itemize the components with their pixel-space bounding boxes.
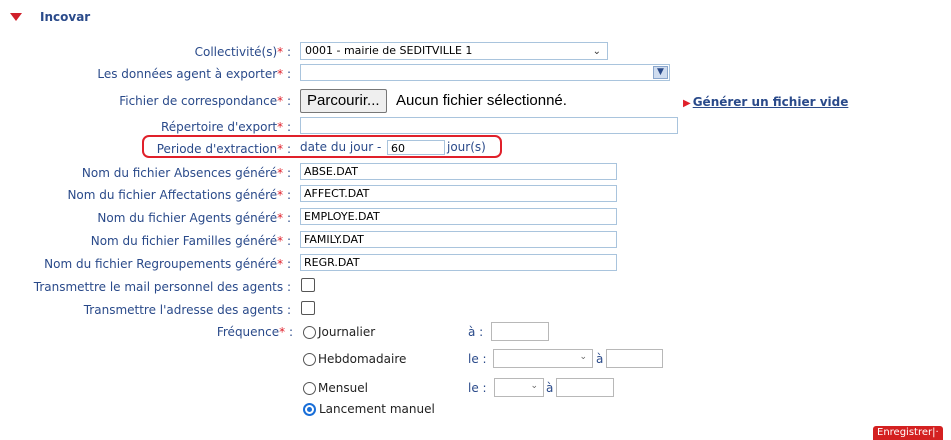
hebdomadaire-time-input[interactable]	[606, 349, 663, 368]
adresse-label: Transmettre l'adresse des agents :	[83, 303, 291, 317]
file-status: Aucun fichier sélectionné.	[396, 92, 567, 109]
collectivite-select[interactable]: 0001 - mairie de SEDITVILLE 1 ⌄	[300, 42, 608, 60]
radio-hebdomadaire[interactable]	[303, 353, 316, 366]
adresse-checkbox[interactable]	[301, 301, 315, 315]
hebdomadaire-le-label: le :	[468, 352, 487, 366]
mensuel-le-label: le :	[468, 381, 487, 395]
journalier-time-input[interactable]	[491, 322, 549, 341]
donnees-select[interactable]: ▼	[300, 64, 670, 81]
absences-label: Nom du fichier Absences généré* :	[81, 166, 291, 180]
mensuel-at-label: à	[546, 381, 554, 395]
collectivite-label: Collectivité(s)* :	[194, 45, 291, 59]
periode-prefix: date du jour -	[300, 140, 382, 154]
periode-days-input[interactable]: 60	[387, 140, 445, 155]
dropdown-arrow-icon[interactable]: ▼	[653, 66, 668, 79]
familles-input[interactable]: FAMILY.DAT	[300, 231, 617, 248]
affectations-label: Nom du fichier Affectations généré* :	[67, 188, 291, 202]
mail-perso-checkbox[interactable]	[301, 278, 315, 292]
repertoire-label: Répertoire d'export* :	[160, 120, 291, 134]
agents-input[interactable]: EMPLOYE.DAT	[300, 208, 617, 225]
manuel-label: Lancement manuel	[319, 402, 435, 416]
repertoire-input[interactable]	[300, 117, 678, 134]
regroupements-input[interactable]: REGR.DAT	[300, 254, 617, 271]
periode-label: Periode d'extraction* :	[156, 142, 291, 156]
section-title[interactable]: Incovar	[40, 10, 90, 24]
generate-empty-file-link[interactable]: ▶ Générer un fichier vide	[683, 95, 848, 109]
radio-journalier[interactable]	[303, 326, 316, 339]
agents-label: Nom du fichier Agents généré* :	[97, 211, 291, 225]
journalier-at-label: à :	[468, 325, 484, 339]
hebdomadaire-label: Hebdomadaire	[318, 352, 407, 366]
collectivite-value: 0001 - mairie de SEDITVILLE 1	[305, 44, 473, 57]
regroupements-label: Nom du fichier Regroupements généré* :	[44, 257, 291, 271]
fichier-corresp-label: Fichier de correspondance* :	[119, 94, 291, 108]
browse-button[interactable]: Parcourir...	[300, 89, 387, 113]
arrow-right-icon: ▶	[683, 98, 691, 109]
frequence-label: Fréquence* :	[216, 325, 293, 339]
absences-input[interactable]: ABSE.DAT	[300, 163, 617, 180]
generate-link-text[interactable]: Générer un fichier vide	[693, 95, 849, 109]
journalier-label: Journalier	[318, 325, 376, 339]
hebdomadaire-at-label: à	[596, 352, 604, 366]
radio-lancement-manuel[interactable]	[303, 403, 316, 416]
mensuel-day-select[interactable]: ⌄	[494, 378, 544, 397]
chevron-down-icon: ⌄	[579, 352, 587, 362]
radio-mensuel[interactable]	[303, 382, 316, 395]
mail-perso-label: Transmettre le mail personnel des agents…	[33, 280, 291, 294]
affectations-input[interactable]: AFFECT.DAT	[300, 185, 617, 202]
mensuel-label: Mensuel	[318, 381, 368, 395]
collapse-arrow-icon[interactable]	[10, 13, 22, 21]
mensuel-time-input[interactable]	[556, 378, 614, 397]
hebdomadaire-day-select[interactable]: ⌄	[493, 349, 593, 368]
familles-label: Nom du fichier Familles généré* :	[90, 234, 291, 248]
chevron-down-icon: ⌄	[530, 381, 538, 391]
periode-suffix: jour(s)	[447, 140, 486, 154]
chevron-down-icon: ⌄	[592, 46, 601, 57]
donnees-label: Les données agent à exporter* :	[97, 67, 291, 81]
